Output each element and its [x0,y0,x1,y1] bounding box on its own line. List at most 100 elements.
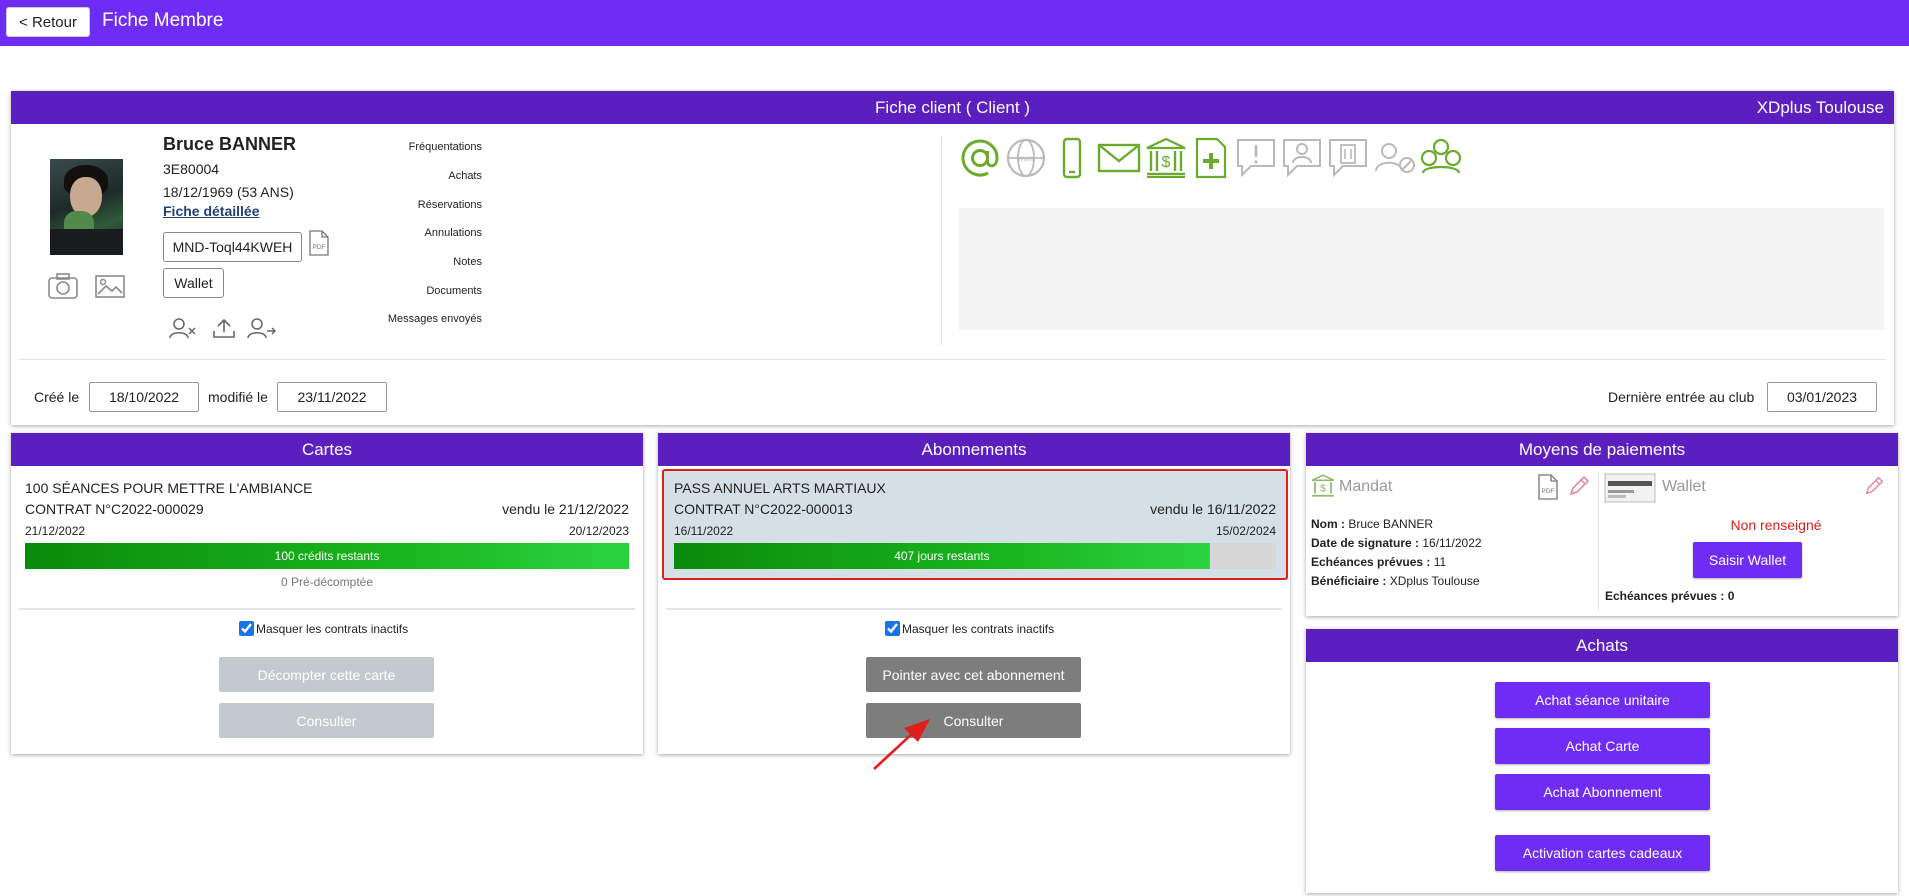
achats-header: Achats [1306,629,1898,662]
client-code: 3E80004 [163,161,220,177]
abonnement-contract: CONTRAT N°C2022-000013 [674,501,853,517]
abonnement-item[interactable]: PASS ANNUEL ARTS MARTIAUX CONTRAT N°C202… [662,469,1288,580]
menu-reservations[interactable]: Réservations [342,199,482,211]
client-card-title: Fiche client ( Client ) [875,98,1030,117]
cartes-separator [19,608,635,610]
abonnement-start-date: 16/11/2022 [674,524,734,538]
last-entry-date-field[interactable]: 03/01/2023 [1767,382,1877,412]
alert-bubble-icon[interactable] [1235,137,1277,179]
mandat-echeances-label: Echéances prévues : [1311,555,1431,569]
avatar [50,159,123,255]
abonnements-mask-inactive[interactable]: Masquer les contrats inactifs [885,621,1054,636]
menu-notes[interactable]: Notes [342,256,482,268]
wallet-echeances-row: Echéances prévues : 0 [1605,589,1734,603]
client-birthdate: 18/12/1969 (53 ANS) [163,184,294,200]
buy-subscription-button[interactable]: Achat Abonnement [1495,774,1710,810]
mandat-nom-value: Bruce BANNER [1348,517,1434,531]
carte-progress-bar: 100 crédits restants [25,543,629,569]
cartes-panel: Cartes 100 SÉANCES POUR METTRE L'AMBIANC… [11,433,643,754]
camera-icon[interactable] [47,272,79,300]
cartes-consult-button[interactable]: Consulter [219,703,434,738]
abonnement-progress-fill: 407 jours restants [674,543,1210,569]
upload-icon[interactable] [212,317,236,339]
client-menu: Fréquentations Achats Réservations Annul… [331,141,482,351]
abonnement-remaining-label: 407 jours restants [894,549,990,563]
buy-single-session-button[interactable]: Achat séance unitaire [1495,682,1710,718]
wallet-edit-icon[interactable] [1864,476,1884,496]
mandat-echeances-value: 11 [1433,555,1447,569]
enter-wallet-button[interactable]: Saisir Wallet [1693,542,1802,578]
wallet-card-icon [1604,473,1656,503]
abonnements-separator [666,608,1282,610]
user-remove-icon[interactable] [169,317,197,339]
svg-text:PDF: PDF [313,244,326,251]
buy-card-button[interactable]: Achat Carte [1495,728,1710,764]
carte-start-date: 21/12/2022 [25,524,86,538]
top-bar: < Retour Fiche Membre [0,0,1909,46]
payments-header: Moyens de paiements [1306,433,1898,466]
mandat-signature-row: Date de signature : 16/11/2022 [1311,536,1482,550]
svg-text:$: $ [1320,484,1326,495]
wallet-title: Wallet [1662,478,1706,495]
menu-achats[interactable]: Achats [342,170,482,182]
red-arrow-icon [868,714,938,774]
pdf-icon[interactable]: PDF [308,230,330,256]
activate-gift-cards-button[interactable]: Activation cartes cadeaux [1495,835,1710,871]
abonnement-end-date: 15/02/2024 [1215,524,1276,538]
mandat-signature-value: 16/11/2022 [1422,536,1482,550]
abonnement-progress-bar: 407 jours restants [674,543,1276,569]
contact-icons-row: www $ [959,137,1479,181]
page-title: Fiche Membre [102,10,224,31]
abonnements-mask-label: Masquer les contrats inactifs [902,621,1055,636]
mandat-nom-row: Nom : Bruce BANNER [1311,517,1433,531]
abonnements-mask-checkbox[interactable] [885,621,900,636]
bank-icon[interactable]: $ [1145,137,1187,179]
mandat-pdf-icon[interactable]: PDF [1537,474,1559,500]
mandat-beneficiaire-row: Bénéficiaire : XDplus Toulouse [1311,574,1480,588]
abonnements-header: Abonnements [658,433,1290,466]
medical-doc-icon[interactable] [1193,137,1229,179]
mandat-nom-label: Nom : [1311,517,1345,531]
wallet-button[interactable]: Wallet [163,268,224,298]
svg-text:www: www [1016,154,1035,163]
group-icon[interactable] [1419,137,1463,179]
payments-panel: Moyens de paiements $ Mandat PDF Nom : B… [1306,433,1898,616]
abonnements-panel: Abonnements PASS ANNUEL ARTS MARTIAUX CO… [658,433,1290,770]
carte-contract: CONTRAT N°C2022-000029 [25,501,204,517]
back-button[interactable]: < Retour [6,7,90,37]
user-bubble-icon[interactable] [1281,137,1323,179]
modified-date-field[interactable]: 23/11/2022 [277,382,387,412]
mail-icon[interactable] [1097,137,1141,179]
carte-name: 100 SÉANCES POUR METTRE L'AMBIANCE [25,480,313,496]
mobile-icon[interactable] [1051,137,1093,179]
company-bubble-icon[interactable] [1327,137,1369,179]
mandat-edit-icon[interactable] [1568,475,1590,497]
at-icon[interactable] [959,137,1001,179]
user-blocked-icon[interactable] [1373,137,1417,179]
payments-divider [1598,471,1599,611]
decount-card-button[interactable]: Décompter cette carte [219,657,434,692]
menu-messages[interactable]: Messages envoyés [342,313,482,325]
image-icon[interactable] [95,275,125,299]
detail-link[interactable]: Fiche détaillée [163,203,259,219]
client-card: Fiche client ( Client ) XDplus Toulouse … [11,91,1894,425]
modified-label: modifié le [208,389,268,405]
pointer-subscription-button[interactable]: Pointer avec cet abonnement [866,657,1081,692]
cartes-mask-checkbox[interactable] [239,621,254,636]
club-name: XDplus Toulouse [1756,98,1884,117]
mandate-reference[interactable]: MND-Toql44KWEH [163,232,302,262]
menu-annulations[interactable]: Annulations [342,227,483,239]
abonnement-sold-date: vendu le 16/11/2022 [1150,501,1276,517]
vertical-divider [941,137,942,345]
globe-icon[interactable]: www [1005,137,1047,179]
menu-documents[interactable]: Documents [342,285,482,297]
menu-frequentations[interactable]: Fréquentations [342,141,482,153]
wallet-echeances-value: 0 [1727,589,1735,603]
user-transfer-icon[interactable] [247,317,277,339]
created-date-field[interactable]: 18/10/2022 [89,382,199,412]
cartes-mask-inactive[interactable]: Masquer les contrats inactifs [239,621,408,636]
cartes-header: Cartes [11,433,643,466]
mandat-beneficiaire-label: Bénéficiaire : [1311,574,1387,588]
cartes-mask-label: Masquer les contrats inactifs [256,621,409,636]
carte-pre-count: 0 Pré-décomptée [280,575,374,589]
